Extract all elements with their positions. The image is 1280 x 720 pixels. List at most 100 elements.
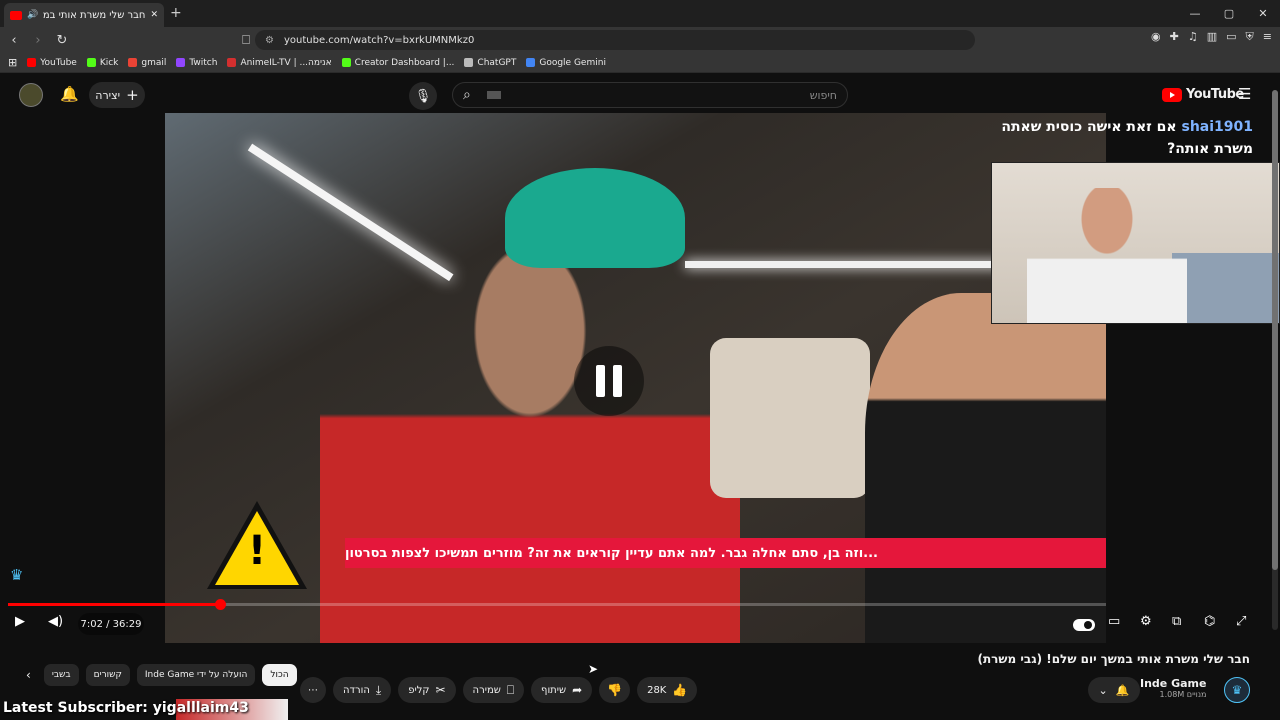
chip-all[interactable]: הכול bbox=[262, 664, 297, 686]
download-button[interactable]: הורדה ⤓ bbox=[333, 677, 392, 703]
webcam-person bbox=[1027, 188, 1187, 323]
warning-exclamation: ! bbox=[247, 528, 267, 574]
url-text: youtube.com/watch?v=bxrkUMNMkz0 bbox=[283, 34, 475, 46]
chevron-left-icon[interactable]: ‹ bbox=[26, 668, 31, 682]
mic-icon: 🎙 bbox=[414, 88, 432, 104]
maximize-button[interactable]: ▢ bbox=[1212, 0, 1246, 27]
youtube-bookmark-icon bbox=[27, 58, 37, 67]
forward-icon[interactable]: › bbox=[28, 33, 48, 48]
reload-icon[interactable]: ↻ bbox=[52, 33, 72, 48]
bookmark-youtube[interactable]: YouTube bbox=[27, 58, 77, 68]
thumbs-down-icon: 👎 bbox=[607, 683, 623, 697]
menu-icon[interactable]: ≡ bbox=[1263, 30, 1272, 44]
tab-title: חבר שלי משרת אותי במשך יו bbox=[43, 9, 146, 21]
browser-tab-bar: ✕ חבר שלי משרת אותי במשך יו 🔊 + — ▢ ✕ bbox=[0, 0, 1280, 27]
close-window-button[interactable]: ✕ bbox=[1246, 0, 1280, 27]
page-scrollbar[interactable] bbox=[1272, 90, 1278, 630]
plus-icon: + bbox=[126, 86, 139, 104]
share-button[interactable]: שיתוף ➦ bbox=[531, 677, 593, 703]
video-cap bbox=[505, 168, 685, 268]
bookmark-gemini[interactable]: Google Gemini bbox=[526, 58, 606, 68]
close-tab-icon[interactable]: ✕ bbox=[150, 10, 158, 20]
audio-icon[interactable]: 🔊 bbox=[27, 10, 38, 20]
new-tab-button[interactable]: + bbox=[170, 5, 182, 21]
guide-menu-icon[interactable]: ☰ bbox=[1238, 85, 1251, 103]
minimize-button[interactable]: — bbox=[1178, 0, 1212, 27]
progress-bar[interactable] bbox=[8, 603, 1106, 606]
video-player[interactable]: ...וזה בן, סתם אחלה גבר. למה אתם עדיין ק… bbox=[165, 113, 1106, 643]
shield-icon[interactable]: ⛨ bbox=[1246, 30, 1254, 44]
voice-search-button[interactable]: 🎙 bbox=[409, 82, 437, 110]
bookmark-gmail[interactable]: gmail bbox=[128, 58, 166, 68]
wallet-icon[interactable]: ▭ bbox=[1226, 30, 1236, 44]
sidebar-icon[interactable]: ▥ bbox=[1207, 30, 1217, 44]
miniplayer-icon[interactable]: ⧉ bbox=[1172, 614, 1181, 629]
notifications-icon[interactable]: 🔔 bbox=[60, 85, 79, 103]
bookmark-creator-dashboard[interactable]: Creator Dashboard |... bbox=[341, 58, 454, 68]
video-subtitle: ...וזה בן, סתם אחלה גבר. למה אתם עדיין ק… bbox=[345, 538, 1106, 568]
browser-tab[interactable]: ✕ חבר שלי משרת אותי במשך יו 🔊 bbox=[4, 3, 164, 27]
address-bar[interactable]: ⚙ youtube.com/watch?v=bxrkUMNMkz0 bbox=[255, 30, 975, 50]
bookmark-kick[interactable]: Kick bbox=[86, 58, 118, 68]
create-label: יצירה bbox=[95, 88, 121, 102]
apps-icon[interactable]: ⊞ bbox=[8, 56, 17, 69]
subscribed-button[interactable]: ⌄ 🔔 bbox=[1088, 677, 1140, 703]
scrollbar-thumb[interactable] bbox=[1272, 90, 1278, 570]
avatar[interactable] bbox=[19, 83, 43, 107]
dislike-button[interactable]: 👎 bbox=[599, 677, 631, 703]
chatgpt-bookmark-icon bbox=[464, 58, 474, 67]
chip-related[interactable]: קשורים bbox=[85, 664, 130, 686]
youtube-header: 🔔 יצירה + 🎙 ⌕ חיפוש YouTube ☰ bbox=[0, 77, 1280, 113]
channel-avatar[interactable]: ♛ bbox=[1224, 677, 1250, 703]
gmail-bookmark-icon bbox=[128, 58, 138, 67]
search-icon[interactable]: ⌕ bbox=[463, 87, 471, 103]
music-icon[interactable]: ♫ bbox=[1188, 30, 1198, 44]
channel-info[interactable]: Inde Game 1.08M מנויים bbox=[1140, 677, 1206, 699]
webcam-bed bbox=[1172, 253, 1279, 323]
streamer-webcam bbox=[991, 162, 1280, 324]
bookmark-animeil[interactable]: AnimeIL-TV | ...אנימה bbox=[227, 58, 332, 68]
puzzle-icon[interactable]: ✚ bbox=[1170, 30, 1179, 44]
chat-overlay: shai1901 אם זאת אישה כוסית שאתה משרת אות… bbox=[985, 116, 1253, 160]
twitch-bookmark-icon bbox=[176, 58, 186, 67]
bell-icon: 🔔 bbox=[1115, 683, 1130, 697]
bookmark-icon: ⎕ bbox=[506, 682, 515, 697]
chip-captive[interactable]: בשבי bbox=[43, 664, 79, 686]
extension-icon[interactable]: ◉ bbox=[1151, 30, 1161, 44]
bookmark-chatgpt[interactable]: ChatGPT bbox=[464, 58, 516, 68]
captions-icon[interactable]: ▭ bbox=[1108, 614, 1120, 629]
search-placeholder: חיפוש bbox=[809, 88, 837, 102]
like-button[interactable]: 28K 👍 bbox=[637, 677, 698, 703]
mouse-cursor-icon: ➤ bbox=[588, 662, 599, 676]
play-icon[interactable]: ▶ bbox=[15, 614, 25, 629]
thumbs-up-icon: 👍 bbox=[672, 683, 688, 697]
channel-name[interactable]: Inde Game bbox=[1140, 677, 1206, 690]
volume-icon[interactable]: ◀) bbox=[48, 614, 63, 629]
time-display: 7:02 / 36:29 bbox=[78, 613, 144, 635]
chat-username: shai1901 bbox=[1181, 119, 1253, 135]
site-settings-icon[interactable]: ⚙ bbox=[265, 35, 274, 46]
bookmark-icon[interactable]: ⎕ bbox=[236, 33, 256, 48]
channel-watermark-icon[interactable]: ♛ bbox=[10, 566, 23, 584]
kick-bookmark-icon bbox=[86, 58, 96, 67]
clip-button[interactable]: קליפ ✂ bbox=[398, 677, 456, 703]
keyboard-icon[interactable] bbox=[486, 91, 501, 99]
scissors-icon: ✂ bbox=[435, 683, 446, 697]
progress-scrubber[interactable] bbox=[214, 599, 226, 610]
youtube-logo[interactable]: YouTube bbox=[1162, 87, 1244, 102]
video-actions: ⋯ הורדה ⤓ קליפ ✂ שמירה ⎕ שיתוף ➦ 👎 28K 👍 bbox=[300, 677, 698, 703]
pause-overlay-icon[interactable] bbox=[574, 346, 644, 416]
cast-icon[interactable]: ⌬ bbox=[1204, 614, 1215, 629]
search-input[interactable]: ⌕ חיפוש bbox=[452, 82, 848, 108]
chip-uploaded-by[interactable]: Inde Game הועלה על ידי bbox=[136, 664, 256, 686]
bookmark-twitch[interactable]: Twitch bbox=[176, 58, 217, 68]
back-icon[interactable]: ‹ bbox=[4, 33, 24, 48]
settings-icon[interactable]: ⚙ bbox=[1140, 614, 1152, 629]
video-person-right bbox=[865, 293, 1106, 643]
more-actions-button[interactable]: ⋯ bbox=[300, 677, 326, 703]
fullscreen-icon[interactable]: ⤢ bbox=[1236, 614, 1246, 629]
create-button[interactable]: יצירה + bbox=[89, 82, 145, 108]
video-seat bbox=[710, 338, 870, 498]
autoplay-toggle[interactable] bbox=[1073, 619, 1095, 631]
save-button[interactable]: שמירה ⎕ bbox=[462, 677, 525, 703]
